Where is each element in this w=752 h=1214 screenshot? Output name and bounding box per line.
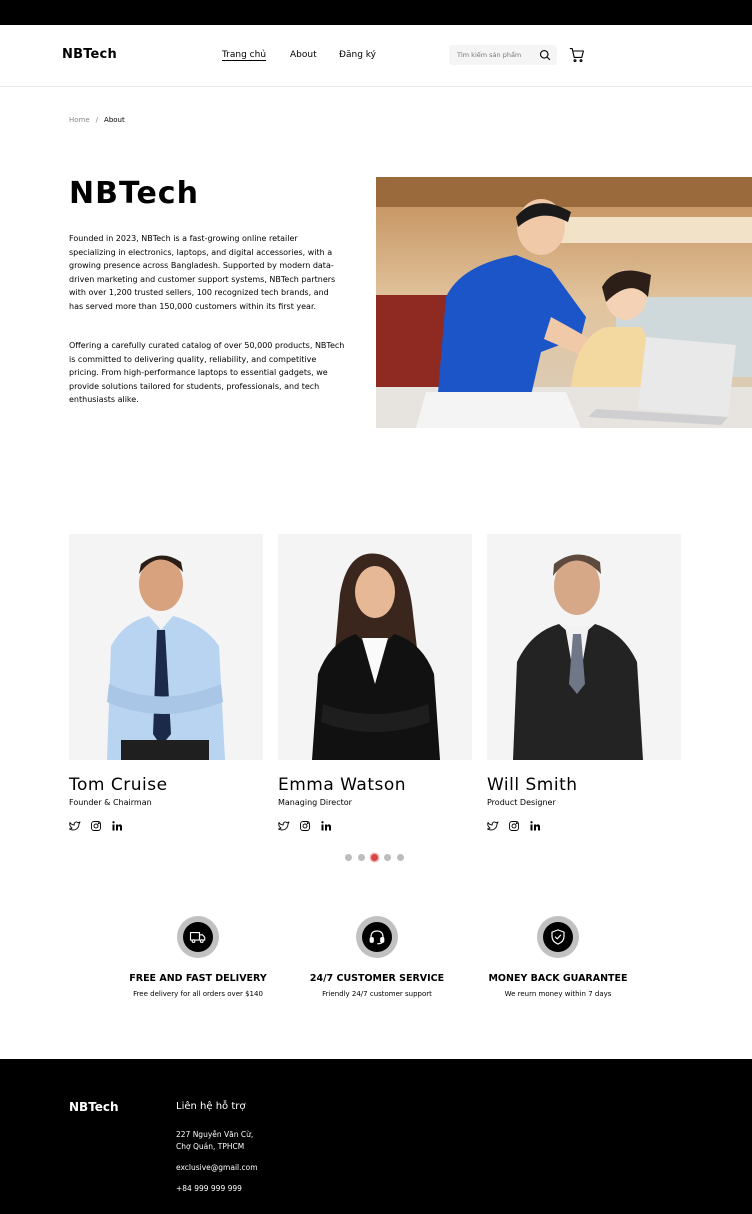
nav-about[interactable]: About (290, 50, 317, 60)
service-icon-ring (177, 916, 219, 958)
service-subtitle: We reurn money within 7 days (504, 990, 612, 998)
instagram-icon[interactable] (508, 817, 520, 831)
carousel-dot-active[interactable] (371, 854, 378, 861)
footer-email-link[interactable]: exclusive@gmail.com (176, 1163, 258, 1172)
hero-image (376, 177, 752, 428)
breadcrumb-separator: / (95, 116, 99, 124)
site-footer: NBTech Liên hệ hỗ trợ 227 Nguyễn Văn Cừ,… (0, 1059, 752, 1214)
linkedin-icon[interactable] (111, 817, 123, 831)
nav-register[interactable]: Đăng ký (339, 50, 376, 60)
twitter-icon[interactable] (487, 817, 499, 831)
footer-support-heading: Liên hệ hỗ trợ (176, 1101, 246, 1112)
top-bar (0, 0, 752, 25)
site-logo[interactable]: NBTech (62, 47, 117, 62)
service-subtitle: Free delivery for all orders over $140 (133, 990, 263, 998)
team-card: Will Smith Product Designer (487, 534, 681, 834)
service-title: 24/7 CUSTOMER SERVICE (309, 973, 445, 984)
service-title: MONEY BACK GUARANTEE (488, 973, 628, 984)
carousel-dot[interactable] (397, 854, 404, 861)
team-member-role: Managing Director (278, 798, 352, 807)
footer-phone-link[interactable]: +84 999 999 999 (176, 1184, 242, 1193)
carousel-dots (345, 854, 404, 861)
service-item: MONEY BACK GUARANTEE We reurn money with… (468, 916, 648, 998)
social-links (278, 817, 332, 831)
search-icon[interactable] (539, 49, 551, 61)
social-links (69, 817, 123, 831)
service-icon-ring (356, 916, 398, 958)
carousel-dot[interactable] (384, 854, 391, 861)
search-input[interactable] (457, 49, 535, 61)
team-card: Tom Cruise Founder & Chairman (69, 534, 263, 834)
about-paragraph: Founded in 2023, NBTech is a fast-growin… (69, 234, 336, 311)
team-member-name: Emma Watson (278, 775, 407, 795)
breadcrumb-current: About (104, 116, 125, 124)
footer-logo[interactable]: NBTech (69, 1100, 119, 1114)
twitter-icon[interactable] (69, 817, 81, 831)
instagram-icon[interactable] (90, 817, 102, 831)
linkedin-icon[interactable] (320, 817, 332, 831)
twitter-icon[interactable] (278, 817, 290, 831)
footer-address: 227 Nguyễn Văn Cừ, Chợ Quán, TPHCM (176, 1129, 296, 1153)
team-card: Emma Watson Managing Director (278, 534, 472, 834)
headset-icon (369, 930, 385, 945)
service-icon-ring (537, 916, 579, 958)
service-subtitle: Friendly 24/7 customer support (322, 990, 432, 998)
instagram-icon[interactable] (299, 817, 311, 831)
service-item: 24/7 CUSTOMER SERVICE Friendly 24/7 cust… (287, 916, 467, 998)
team-member-role: Product Designer (487, 798, 556, 807)
delivery-truck-icon (189, 931, 206, 944)
breadcrumb: Home / About (69, 116, 125, 124)
team-member-photo (69, 534, 263, 760)
team-member-name: Will Smith (487, 775, 578, 795)
team-member-name: Tom Cruise (69, 775, 168, 795)
social-links (487, 817, 541, 831)
team-member-photo (487, 534, 681, 760)
page-title: NBTech (69, 176, 199, 211)
cart-icon[interactable] (569, 47, 585, 63)
carousel-dot[interactable] (358, 854, 365, 861)
service-title: FREE AND FAST DELIVERY (129, 973, 267, 984)
search-box (449, 45, 557, 65)
carousel-dot[interactable] (345, 854, 352, 861)
linkedin-icon[interactable] (529, 817, 541, 831)
shield-check-icon (551, 929, 565, 945)
footer-address-line: Chợ Quán, TPHCM (176, 1142, 245, 1151)
service-item: FREE AND FAST DELIVERY Free delivery for… (108, 916, 288, 998)
nav-home[interactable]: Trang chủ (222, 50, 266, 60)
team-member-photo (278, 534, 472, 760)
about-paragraph: Offering a carefully curated catalog of … (69, 341, 345, 404)
footer-address-line: 227 Nguyễn Văn Cừ, (176, 1130, 254, 1139)
site-header: NBTech Trang chủ About Đăng ký (0, 25, 752, 87)
team-member-role: Founder & Chairman (69, 798, 152, 807)
breadcrumb-home[interactable]: Home (69, 116, 90, 124)
